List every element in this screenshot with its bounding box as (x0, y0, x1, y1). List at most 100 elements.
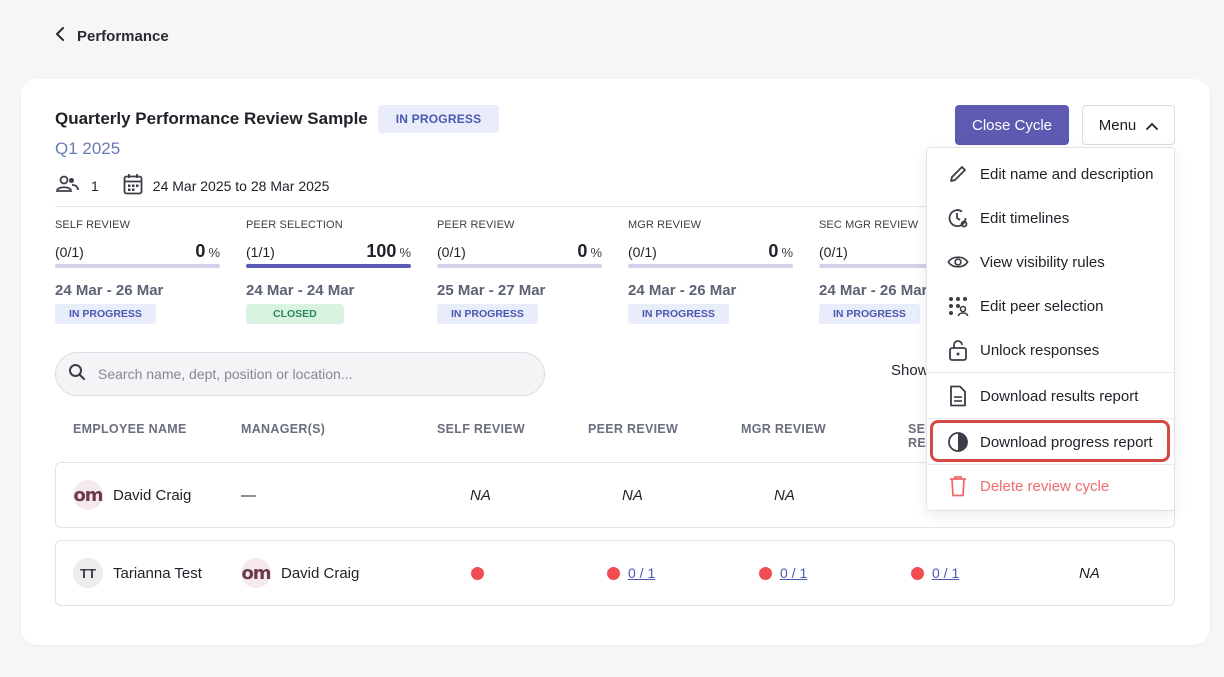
menu-item-label: Delete review cycle (980, 477, 1110, 495)
employee-name: David Craig (113, 486, 192, 504)
show-label: Show (891, 362, 929, 379)
close-cycle-button[interactable]: Close Cycle (955, 105, 1069, 145)
participant-count: 1 (91, 177, 99, 194)
mgr-review-status: NA (774, 486, 795, 504)
stage-percent: 0 (195, 241, 206, 261)
stage-dates: 24 Mar - 26 Mar (628, 282, 737, 299)
stage-name: PEER SELECTION (246, 219, 343, 231)
status-badge: IN PROGRESS (377, 105, 500, 133)
stage-name: MGR REVIEW (628, 219, 702, 231)
col-peer-review[interactable]: PEER REVIEW (588, 422, 678, 436)
sec-mgr-review-link[interactable]: 0 / 1 (932, 565, 959, 581)
stage-progress-bar (437, 264, 602, 268)
stage-percent: 0 (577, 241, 588, 261)
stage-mgr-review: MGR REVIEW (0/1) 0% 24 Mar - 26 Mar IN PR… (628, 219, 793, 324)
stage-count: (0/1) (437, 244, 466, 260)
menu-button[interactable]: Menu (1082, 105, 1175, 145)
menu-item-label: Unlock responses (980, 341, 1100, 359)
menu-item-delete-cycle[interactable]: Delete review cycle (927, 464, 1174, 508)
menu-item-download-results[interactable]: Download results report (927, 374, 1174, 418)
stage-count: (0/1) (55, 244, 84, 260)
stage-status-badge: IN PROGRESS (819, 304, 920, 324)
divider (55, 206, 975, 207)
status-dot (607, 566, 620, 580)
stage-percent: 100 (366, 241, 397, 261)
mgr-review-link[interactable]: 0 / 1 (780, 565, 807, 581)
stage-count: (0/1) (819, 244, 848, 260)
stage-name: PEER REVIEW (437, 219, 515, 231)
menu-item-edit-name[interactable]: Edit name and description (927, 152, 1174, 196)
cycle-subtitle: Q1 2025 (55, 139, 121, 158)
menu-item-label: View visibility rules (980, 253, 1105, 271)
highlight-outline (930, 420, 1170, 462)
stage-list: SELF REVIEW (0/1) 0% 24 Mar - 26 Mar IN P… (55, 219, 984, 334)
menu-item-visibility-rules[interactable]: View visibility rules (927, 240, 1174, 284)
status-dot (471, 566, 484, 580)
stage-peer-selection: PEER SELECTION (1/1) 100% 24 Mar - 24 Mar… (246, 219, 411, 324)
col-self-review[interactable]: SELF REVIEW (437, 422, 525, 436)
stage-status-badge: CLOSED (246, 304, 344, 324)
unlock-icon (947, 339, 969, 361)
manager-name: David Craig (281, 564, 360, 582)
stage-status-badge: IN PROGRESS (437, 304, 538, 324)
search-input[interactable] (98, 366, 518, 382)
page-title: Quarterly Performance Review Sample (55, 109, 368, 128)
pencil-icon (947, 163, 969, 185)
menu-item-unlock-responses[interactable]: Unlock responses (927, 328, 1174, 372)
percent-sign: % (399, 245, 411, 260)
stage-progress-bar (246, 264, 411, 268)
back-label: Performance (77, 28, 169, 45)
last-column-status: NA (1079, 564, 1100, 582)
stage-name: SELF REVIEW (55, 219, 131, 231)
menu-item-label: Edit peer selection (980, 297, 1104, 315)
menu-item-label: Edit timelines (980, 209, 1070, 227)
table-row[interactable]: TT Tarianna Test om David Craig 0 / 1 0 … (55, 540, 1175, 606)
menu-divider (927, 418, 1174, 419)
stage-status-badge: IN PROGRESS (628, 304, 729, 324)
avatar: om (73, 480, 104, 510)
stage-self-review: SELF REVIEW (0/1) 0% 24 Mar - 26 Mar IN P… (55, 219, 220, 324)
stage-status-badge: IN PROGRESS (55, 304, 156, 324)
stage-dates: 24 Mar - 26 Mar (55, 282, 164, 299)
back-link[interactable]: Performance (55, 27, 169, 46)
col-employee-name[interactable]: EMPLOYEE NAME (73, 422, 187, 436)
people-dots-icon (947, 295, 969, 317)
eye-icon (947, 251, 969, 273)
participants-icon (55, 175, 79, 196)
col-managers[interactable]: MANAGER(S) (241, 422, 325, 436)
cycle-date-range: 24 Mar 2025 to 28 Mar 2025 (152, 177, 330, 194)
avatar: om (241, 558, 272, 588)
document-icon (947, 385, 969, 407)
search-field[interactable] (55, 352, 545, 396)
chevron-left-icon (55, 27, 65, 46)
menu-item-label: Edit name and description (980, 165, 1154, 183)
trash-icon (947, 475, 969, 497)
self-review-status: NA (470, 486, 491, 504)
status-dot (759, 566, 772, 580)
stage-progress-bar (55, 264, 220, 268)
menu-item-edit-timelines[interactable]: Edit timelines (927, 196, 1174, 240)
col-mgr-review[interactable]: MGR REVIEW (741, 422, 826, 436)
stage-dates: 24 Mar - 24 Mar (246, 282, 355, 299)
stage-dates: 25 Mar - 27 Mar (437, 282, 546, 299)
menu-item-label: Download results report (980, 387, 1139, 405)
avatar: TT (73, 558, 103, 588)
stage-peer-review: PEER REVIEW (0/1) 0% 25 Mar - 27 Mar IN P… (437, 219, 602, 324)
peer-review-status: NA (622, 486, 643, 504)
status-dot (911, 566, 924, 580)
stage-count: (1/1) (246, 244, 275, 260)
peer-review-link[interactable]: 0 / 1 (628, 565, 655, 581)
stage-count: (0/1) (628, 244, 657, 260)
percent-sign: % (781, 245, 793, 260)
menu-divider (927, 372, 1174, 373)
percent-sign: % (208, 245, 220, 260)
review-cycle-card: Quarterly Performance Review Sample IN P… (21, 79, 1210, 645)
search-icon (68, 363, 86, 386)
menu-label: Menu (1098, 116, 1137, 134)
menu-item-peer-selection[interactable]: Edit peer selection (927, 284, 1174, 328)
manager-name: — (241, 486, 256, 504)
col-label-part: RE (908, 436, 926, 450)
calendar-icon (123, 173, 143, 198)
clock-gear-icon (947, 207, 969, 229)
chevron-up-icon (1146, 117, 1159, 134)
